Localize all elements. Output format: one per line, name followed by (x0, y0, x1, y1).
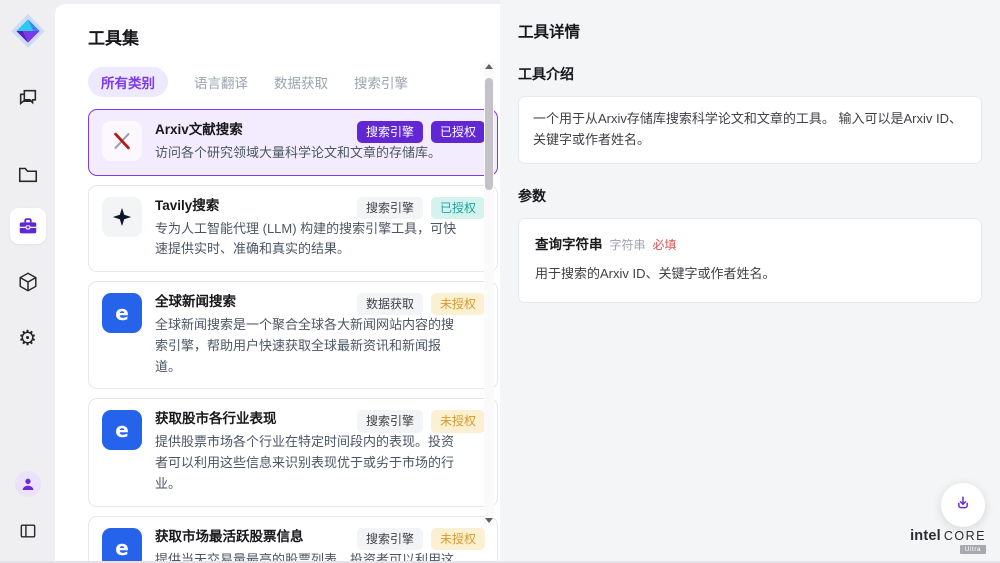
sidebar-item-files[interactable] (10, 156, 46, 192)
brand-ultra-badge: Ultra (960, 545, 986, 554)
chat-icon (17, 87, 39, 109)
intro-heading: 工具介绍 (518, 64, 982, 84)
intro-text-box: 一个用于从Arxiv存储库搜索科学论文和文章的工具。 输入可以是Arxiv ID… (518, 96, 982, 164)
tool-title: Tavily搜索 (155, 197, 349, 216)
arxiv-icon (102, 121, 142, 161)
collapse-sidebar-button[interactable] (10, 513, 46, 549)
tools-list-panel: 工具集 所有类别语言翻译数据获取搜索引擎 Arxiv文献搜索 访问各个研究领域大… (55, 4, 500, 561)
app-logo[interactable] (9, 12, 47, 50)
tool-badges: 搜索引擎 已授权 (357, 197, 485, 219)
e-blue-icon: e (102, 293, 142, 333)
sidebar-rail: ⚙ (0, 0, 55, 561)
toolbox-icon (17, 215, 39, 237)
auth-status-badge: 未授权 (431, 528, 485, 550)
tool-card[interactable]: Tavily搜索 专为人工智能代理 (LLM) 构建的搜索引擎工具，可快速提供实… (88, 185, 498, 272)
app-window: ⚙ 工具集 所有类别语言翻译数据获取搜索引擎 (0, 0, 1000, 563)
tool-badges: 搜索引擎 未授权 (357, 410, 485, 432)
tool-description: 提供当天交易量最高的股票列表，投资者可以利用这些信息来识别流动性强的股票和潜在的… (155, 550, 457, 561)
tool-title: 获取股市各行业表现 (155, 410, 349, 429)
page-title: 工具集 (88, 24, 500, 49)
tool-title: Arxiv文献搜索 (155, 121, 349, 140)
scrollbar-thumb[interactable] (485, 78, 493, 190)
sidebar-item-tools[interactable] (10, 208, 46, 244)
scroll-up-arrow[interactable] (485, 64, 493, 69)
download-icon (953, 493, 973, 518)
star-icon (102, 197, 142, 237)
tool-card[interactable]: e 获取市场最活跃股票信息 提供当天交易量最高的股票列表，投资者可以利用这些信息… (88, 516, 498, 561)
gear-icon: ⚙ (18, 328, 37, 349)
tool-title: 获取市场最活跃股票信息 (155, 528, 349, 547)
download-button[interactable] (941, 483, 985, 527)
collapse-panel-icon (18, 521, 38, 541)
category-badge: 搜索引擎 (357, 197, 423, 219)
auth-status-badge: 已授权 (431, 121, 485, 143)
brand-intel-text: intel (910, 528, 941, 544)
tool-badges: 搜索引擎 已授权 (357, 121, 485, 143)
scroll-down-arrow[interactable] (485, 518, 493, 523)
auth-status-badge: 未授权 (431, 410, 485, 432)
category-badge: 数据获取 (357, 293, 423, 315)
tab-0[interactable]: 所有类别 (88, 67, 168, 97)
e-blue-icon: e (102, 410, 142, 450)
sidebar-item-plugins[interactable] (10, 264, 46, 300)
folder-icon (17, 163, 39, 185)
tool-description: 专为人工智能代理 (LLM) 构建的搜索引擎工具，可快速提供实时、准确和真实的结… (155, 219, 457, 261)
auth-status-badge: 未授权 (431, 293, 485, 315)
detail-title: 工具详情 (518, 20, 982, 42)
tool-title: 全球新闻搜索 (155, 293, 349, 312)
param-name: 查询字符串 (535, 234, 603, 256)
tool-description: 提供股票市场各个行业在特定时间段内的表现。投资者可以利用这些信息来识别表现优于或… (155, 432, 457, 494)
e-blue-icon: e (102, 528, 142, 561)
params-heading: 参数 (518, 186, 982, 206)
tools-list: Arxiv文献搜索 访问各个研究领域大量科学论文和文章的存储库。 搜索引擎 已授… (88, 109, 498, 561)
scrollbar[interactable] (484, 62, 494, 525)
sidebar-item-chat[interactable] (10, 80, 46, 116)
cube-icon (17, 271, 39, 293)
tool-badges: 数据获取 未授权 (357, 293, 485, 315)
intel-core-logo: intelCORE Ultra (910, 528, 986, 554)
category-tabs: 所有类别语言翻译数据获取搜索引擎 (88, 67, 500, 97)
sidebar-item-settings[interactable]: ⚙ (10, 320, 46, 356)
parameter-card: 查询字符串 字符串 必填 用于搜索的Arxiv ID、关键字或作者姓名。 (518, 218, 982, 303)
tab-2[interactable]: 数据获取 (274, 67, 328, 97)
tool-card[interactable]: Arxiv文献搜索 访问各个研究领域大量科学论文和文章的存储库。 搜索引擎 已授… (88, 109, 498, 176)
category-badge: 搜索引擎 (357, 410, 423, 432)
tab-3[interactable]: 搜索引擎 (354, 67, 408, 97)
category-badge: 搜索引擎 (357, 528, 423, 550)
category-badge: 搜索引擎 (357, 121, 423, 143)
tool-description: 全球新闻搜索是一个聚合全球各大新闻网站内容的搜索引擎，帮助用户快速获取全球最新资… (155, 315, 457, 377)
tab-1[interactable]: 语言翻译 (194, 67, 248, 97)
param-required-flag: 必填 (653, 236, 677, 255)
brand-core-text: CORE (944, 529, 986, 543)
param-description: 用于搜索的Arxiv ID、关键字或作者姓名。 (535, 264, 965, 284)
tool-card[interactable]: e 获取股市各行业表现 提供股票市场各个行业在特定时间段内的表现。投资者可以利用… (88, 398, 498, 506)
tool-badges: 搜索引擎 未授权 (357, 528, 485, 550)
user-avatar[interactable] (15, 471, 41, 497)
tool-description: 访问各个研究领域大量科学论文和文章的存储库。 (155, 143, 457, 164)
tool-detail-panel: 工具详情 工具介绍 一个用于从Arxiv存储库搜索科学论文和文章的工具。 输入可… (500, 0, 1000, 561)
auth-status-badge: 已授权 (431, 197, 485, 219)
param-type: 字符串 (610, 236, 646, 255)
tool-card[interactable]: e 全球新闻搜索 全球新闻搜索是一个聚合全球各大新闻网站内容的搜索引擎，帮助用户… (88, 281, 498, 389)
